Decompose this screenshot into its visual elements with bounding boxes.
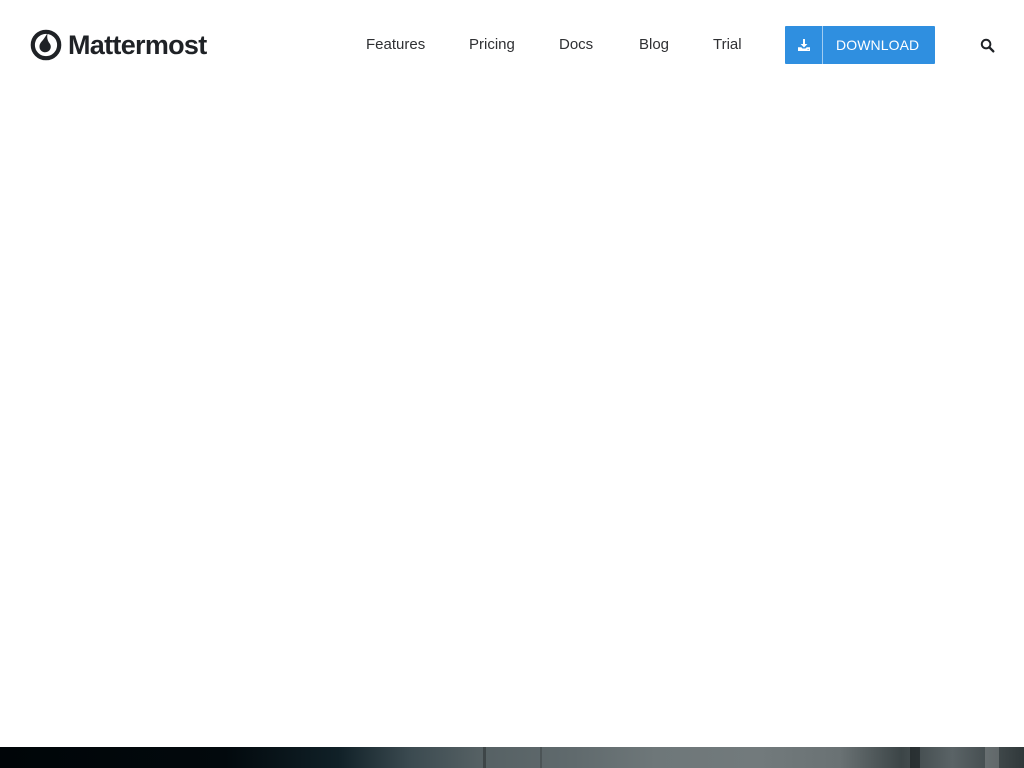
download-button-label: DOWNLOAD: [836, 37, 920, 53]
nav-pricing-link[interactable]: Pricing: [469, 35, 515, 55]
download-icon-container: [785, 26, 823, 64]
nav-features-link[interactable]: Features: [366, 35, 425, 55]
nav-blog-link[interactable]: Blog: [639, 35, 669, 55]
hero-background-image: [0, 747, 1024, 768]
hero-image-detail: [540, 747, 542, 768]
mattermost-homepage: Mattermost Features Pricing Docs Blog Tr…: [0, 0, 1024, 768]
site-header: Mattermost Features Pricing Docs Blog Tr…: [0, 0, 1024, 90]
main-content-area: [0, 90, 1024, 746]
download-button[interactable]: DOWNLOAD: [785, 26, 935, 64]
nav-trial-link[interactable]: Trial: [713, 35, 742, 55]
download-icon: [797, 39, 810, 51]
hero-image-detail: [985, 747, 999, 768]
search-button[interactable]: [978, 36, 996, 54]
nav-docs-link[interactable]: Docs: [559, 35, 593, 55]
primary-navigation: Features Pricing Docs Blog Trial DOWNLOA…: [0, 0, 1024, 90]
hero-image-detail: [910, 747, 920, 768]
hero-image-detail: [483, 747, 486, 768]
search-icon: [980, 38, 994, 52]
